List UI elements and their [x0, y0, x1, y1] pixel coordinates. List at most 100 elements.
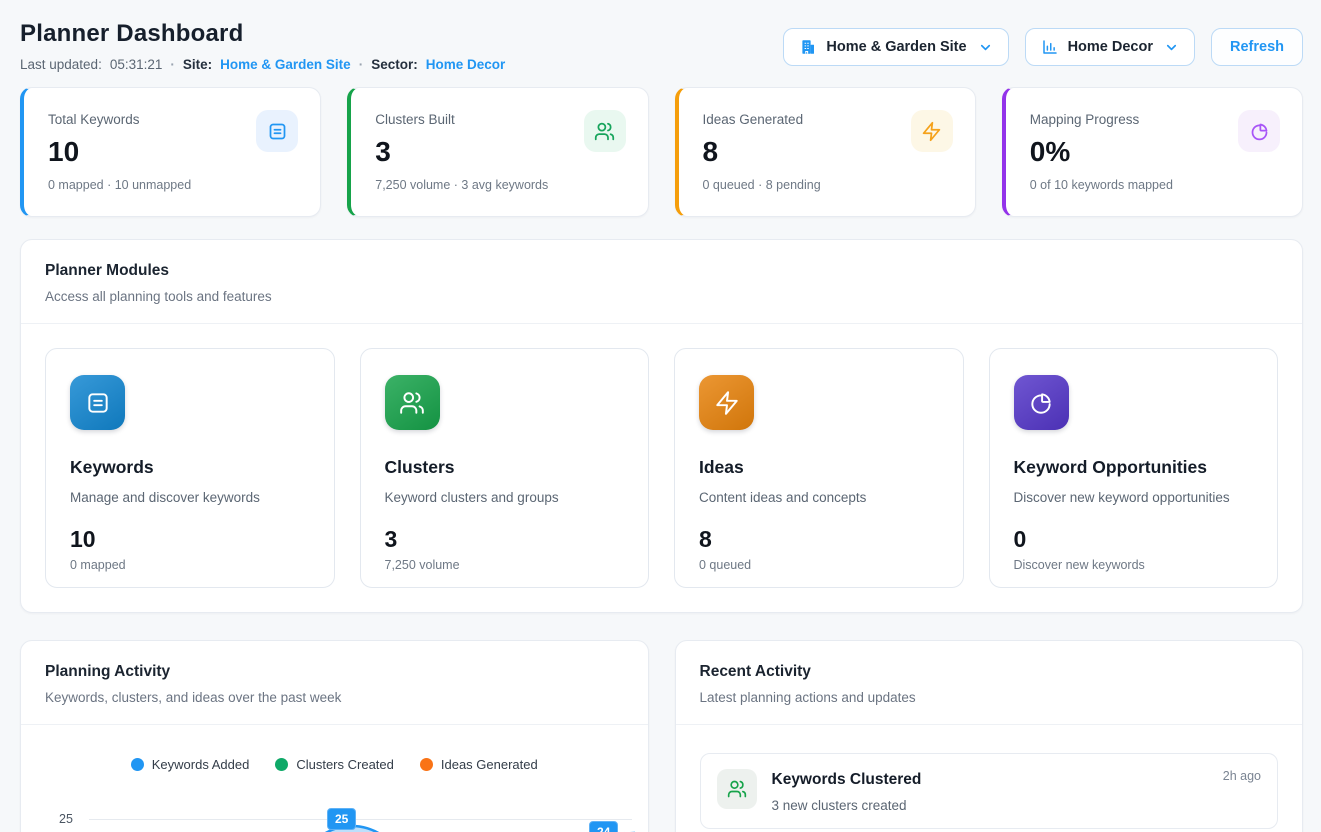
stat-card-mapping-progress: Mapping Progress 0% 0 of 10 keywords map… — [1002, 87, 1303, 217]
page-header: Planner Dashboard Last updated: 05:31:21… — [20, 20, 1303, 72]
header-left: Planner Dashboard Last updated: 05:31:21… — [20, 20, 505, 72]
last-updated-label: Last updated: — [20, 57, 102, 72]
chart-plot-area: 25 25 24 — [27, 786, 642, 832]
planner-dashboard-page: Planner Dashboard Last updated: 05:31:21… — [0, 0, 1321, 832]
module-detail: Discover new keywords — [1014, 558, 1254, 572]
refresh-button[interactable]: Refresh — [1211, 28, 1303, 66]
modules-grid: Keywords Manage and discover keywords 10… — [21, 324, 1302, 612]
users-icon — [584, 110, 626, 152]
chevron-down-icon — [978, 40, 993, 55]
legend-item-keywords-added: Keywords Added — [131, 757, 250, 772]
site-link[interactable]: Home & Garden Site — [220, 57, 351, 72]
modules-panel-title: Planner Modules — [45, 262, 1278, 280]
module-detail: 0 queued — [699, 558, 939, 572]
stat-card-content: Mapping Progress 0% 0 of 10 keywords map… — [1030, 108, 1173, 198]
header-actions: Home & Garden Site Home Decor Refresh — [783, 28, 1303, 66]
sector-selector-label: Home Decor — [1068, 39, 1153, 55]
recent-activity-header: Recent Activity Latest planning actions … — [676, 641, 1303, 725]
stat-card-content: Total Keywords 10 0 mapped · 10 unmapped — [48, 108, 191, 198]
building-icon — [799, 38, 817, 56]
legend-item-clusters-created: Clusters Created — [275, 757, 394, 772]
meta-separator: · — [359, 57, 364, 72]
activity-item-time: 2h ago — [1223, 769, 1261, 783]
site-label: Site: — [183, 57, 212, 72]
module-title: Keyword Opportunities — [1014, 457, 1254, 478]
stat-detail: 0 mapped · 10 unmapped — [48, 178, 191, 192]
module-card-keyword-opportunities[interactable]: Keyword Opportunities Discover new keywo… — [989, 348, 1279, 588]
module-title: Ideas — [699, 457, 939, 478]
recent-activity-subtitle: Latest planning actions and updates — [700, 690, 1279, 705]
stat-detail: 0 of 10 keywords mapped — [1030, 178, 1173, 192]
module-description: Manage and discover keywords — [70, 490, 310, 505]
chevron-down-icon — [1164, 40, 1179, 55]
lightning-icon — [699, 375, 754, 430]
activity-item-title: Keywords Clustered — [772, 771, 922, 789]
stat-value: 3 — [375, 136, 548, 168]
activity-title-row: Keywords Clustered 2h ago — [772, 769, 1262, 789]
planning-activity-subtitle: Keywords, clusters, and ideas over the p… — [45, 690, 624, 705]
stat-card-clusters-built: Clusters Built 3 7,250 volume · 3 avg ke… — [347, 87, 648, 217]
stat-detail: 0 queued · 8 pending — [703, 178, 821, 192]
module-detail: 0 mapped — [70, 558, 310, 572]
stat-label: Total Keywords — [48, 112, 191, 127]
legend-dot — [131, 758, 144, 771]
activity-item-keywords-clustered[interactable]: Keywords Clustered 2h ago 3 new clusters… — [700, 753, 1279, 829]
planning-activity-panel: Planning Activity Keywords, clusters, an… — [20, 640, 649, 832]
document-icon — [256, 110, 298, 152]
site-selector-label: Home & Garden Site — [826, 39, 966, 55]
stat-card-content: Ideas Generated 8 0 queued · 8 pending — [703, 108, 821, 198]
lightning-icon — [911, 110, 953, 152]
module-title: Keywords — [70, 457, 310, 478]
module-card-ideas[interactable]: Ideas Content ideas and concepts 8 0 que… — [674, 348, 964, 588]
sector-link[interactable]: Home Decor — [426, 57, 506, 72]
module-card-clusters[interactable]: Clusters Keyword clusters and groups 3 7… — [360, 348, 650, 588]
planning-activity-header: Planning Activity Keywords, clusters, an… — [21, 641, 648, 725]
module-value: 8 — [699, 526, 939, 553]
data-point-label: 25 — [327, 808, 356, 830]
stat-value: 0% — [1030, 136, 1173, 168]
stats-row: Total Keywords 10 0 mapped · 10 unmapped… — [20, 87, 1303, 217]
recent-activity-title: Recent Activity — [700, 663, 1279, 681]
stat-detail: 7,250 volume · 3 avg keywords — [375, 178, 548, 192]
users-icon — [385, 375, 440, 430]
modules-panel-header: Planner Modules Access all planning tool… — [21, 240, 1302, 324]
recent-activity-list: Keywords Clustered 2h ago 3 new clusters… — [676, 725, 1303, 832]
page-title: Planner Dashboard — [20, 20, 505, 48]
legend-label: Ideas Generated — [441, 757, 538, 772]
chart-legend: Keywords Added Clusters Created Ideas Ge… — [27, 757, 642, 772]
last-updated-value: 05:31:21 — [110, 57, 163, 72]
pie-chart-icon — [1014, 375, 1069, 430]
activity-item-content: Keywords Clustered 2h ago 3 new clusters… — [772, 769, 1262, 813]
module-title: Clusters — [385, 457, 625, 478]
bar-chart-icon — [1041, 38, 1059, 56]
modules-panel-subtitle: Access all planning tools and features — [45, 289, 1278, 304]
planner-modules-panel: Planner Modules Access all planning tool… — [20, 239, 1303, 613]
module-description: Content ideas and concepts — [699, 490, 939, 505]
header-meta: Last updated: 05:31:21 · Site: Home & Ga… — [20, 57, 505, 72]
sector-selector-dropdown[interactable]: Home Decor — [1025, 28, 1195, 66]
planning-activity-chart: Keywords Added Clusters Created Ideas Ge… — [21, 757, 648, 832]
bottom-row: Planning Activity Keywords, clusters, an… — [20, 640, 1303, 832]
recent-activity-panel: Recent Activity Latest planning actions … — [675, 640, 1304, 832]
module-description: Keyword clusters and groups — [385, 490, 625, 505]
stat-label: Ideas Generated — [703, 112, 821, 127]
stat-label: Mapping Progress — [1030, 112, 1173, 127]
legend-dot — [420, 758, 433, 771]
module-card-keywords[interactable]: Keywords Manage and discover keywords 10… — [45, 348, 335, 588]
planning-activity-title: Planning Activity — [45, 663, 624, 681]
module-value: 3 — [385, 526, 625, 553]
meta-separator: · — [170, 57, 175, 72]
stat-card-content: Clusters Built 3 7,250 volume · 3 avg ke… — [375, 108, 548, 198]
pie-chart-icon — [1238, 110, 1280, 152]
activity-item-description: 3 new clusters created — [772, 798, 1262, 813]
legend-label: Clusters Created — [296, 757, 394, 772]
stat-card-ideas-generated: Ideas Generated 8 0 queued · 8 pending — [675, 87, 976, 217]
site-selector-dropdown[interactable]: Home & Garden Site — [783, 28, 1008, 66]
sector-label: Sector: — [371, 57, 418, 72]
module-value: 10 — [70, 526, 310, 553]
stat-card-total-keywords: Total Keywords 10 0 mapped · 10 unmapped — [20, 87, 321, 217]
legend-label: Keywords Added — [152, 757, 250, 772]
data-point-label: 24 — [589, 821, 618, 832]
stat-value: 8 — [703, 136, 821, 168]
legend-dot — [275, 758, 288, 771]
